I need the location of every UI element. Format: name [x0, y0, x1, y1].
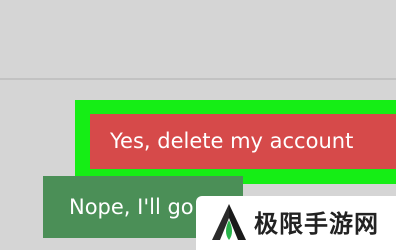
section-divider — [0, 78, 396, 80]
delete-account-button[interactable]: Yes, delete my account — [90, 114, 396, 169]
watermark: 极限手游网 — [196, 196, 396, 250]
mountain-logo-icon — [212, 204, 246, 240]
watermark-text: 极限手游网 — [254, 210, 379, 238]
